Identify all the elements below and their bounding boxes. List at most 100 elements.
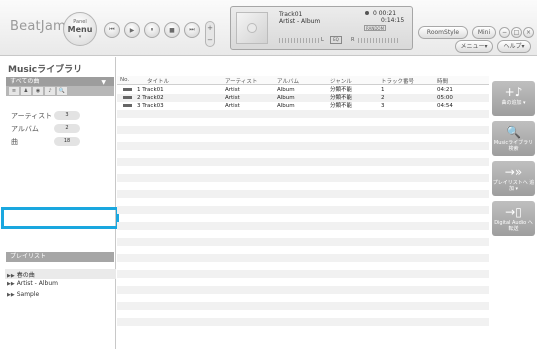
filter-toolbar: ≡ ♟ ◉ ♪ 🔍: [6, 86, 114, 96]
playlist-name: Artist - Album: [16, 280, 58, 287]
list-view-icon[interactable]: ≡: [9, 87, 19, 95]
disc-icon: [247, 23, 257, 33]
mini-mode-button[interactable]: Mini: [472, 26, 496, 39]
album-art: [236, 12, 268, 44]
elapsed-time: 0 00:21: [373, 10, 397, 17]
cell-time: 04:54: [437, 103, 453, 109]
add-songs-button[interactable]: +♪ 曲の追加 ▾: [492, 81, 535, 116]
pause-button[interactable]: ⏸: [144, 22, 160, 38]
library-search-button[interactable]: 🔍 Musicライブラリ 検索: [492, 121, 535, 156]
column-header-no[interactable]: No.: [120, 77, 129, 83]
column-header-track-number[interactable]: トラック番号: [381, 77, 414, 85]
category-album[interactable]: アルバム: [11, 124, 39, 134]
cell-artist: Artist: [225, 95, 240, 101]
cell-track: 3: [381, 103, 385, 109]
random-mode-label: RANDOM: [364, 25, 387, 31]
playlist-icon: ▶▶: [7, 273, 15, 279]
cell-artist: Artist: [225, 87, 240, 93]
playlist-name: Sample: [16, 291, 40, 298]
library-search-label: Musicライブラリ 検索: [493, 140, 534, 152]
table-row[interactable]: 1 Track01 Artist Album 分類不能 1 04:21: [117, 86, 489, 94]
empty-table-row: [117, 110, 489, 118]
playlist-icon: ▶▶: [7, 292, 15, 298]
search-icon[interactable]: 🔍: [57, 87, 67, 95]
cell-title: 1 Track01: [137, 87, 164, 93]
playlist-item[interactable]: ▶▶ Artist - Album: [7, 280, 58, 287]
empty-table-row: [117, 278, 489, 286]
empty-table-row: [117, 158, 489, 166]
track-bar-icon: [123, 88, 132, 91]
previous-button[interactable]: ⏮: [104, 22, 120, 38]
close-icon[interactable]: ×: [523, 27, 534, 38]
artist-view-icon[interactable]: ♟: [21, 87, 31, 95]
maximize-icon[interactable]: □: [511, 27, 522, 38]
empty-table-row: [117, 302, 489, 310]
cell-album: Album: [277, 95, 295, 101]
help-dropdown-button[interactable]: ヘルプ▾: [497, 40, 531, 53]
cell-track: 2: [381, 95, 385, 101]
left-channel-label: L: [321, 37, 324, 43]
stop-button[interactable]: ■: [164, 22, 180, 38]
cell-album: Album: [277, 87, 295, 93]
column-header-time[interactable]: 時間: [437, 77, 448, 85]
empty-table-row: [117, 326, 489, 334]
column-header-title[interactable]: タイトル: [147, 77, 169, 85]
cell-title: 3 Track03: [137, 103, 164, 109]
add-songs-label: 曲の追加 ▾: [501, 100, 526, 106]
empty-table-row: [117, 254, 489, 262]
empty-table-row: [117, 166, 489, 174]
playlist-header[interactable]: プレイリスト: [6, 252, 114, 262]
volume-down-icon[interactable]: −: [206, 34, 214, 46]
all-songs-header[interactable]: すべての曲 ▼: [6, 77, 114, 86]
album-view-icon[interactable]: ◉: [33, 87, 43, 95]
transfer-label: Digital Audio へ転送: [494, 220, 533, 232]
table-row[interactable]: 3 Track03 Artist Album 分類不能 3 04:54: [117, 102, 489, 110]
previous-icon: ⏮: [109, 26, 115, 33]
panel-menu-button[interactable]: Panel Menu ▾: [63, 12, 97, 46]
empty-table-row: [117, 174, 489, 182]
app-logo: BeatJam: [10, 19, 66, 34]
panel-menu-label-main: Menu: [67, 24, 93, 34]
add-to-playlist-button[interactable]: →» プレイリストへ 追加 ▾: [492, 161, 535, 196]
now-playing-artist-album: Artist - Album: [279, 18, 321, 25]
category-song[interactable]: 曲: [11, 137, 18, 147]
table-row[interactable]: 2 Track02 Artist Album 分類不能 2 05:00: [117, 94, 489, 102]
eq-button[interactable]: EQ: [330, 36, 342, 44]
song-view-icon[interactable]: ♪: [45, 87, 55, 95]
column-header-album[interactable]: アルバム: [277, 77, 299, 85]
playlist-item[interactable]: ▶▶ 春の曲: [7, 270, 35, 279]
playlist-item[interactable]: ▶▶ Sample: [7, 291, 39, 298]
playlist-icon: ▶▶: [7, 281, 15, 287]
empty-table-row: [117, 150, 489, 158]
empty-table-row: [117, 190, 489, 198]
empty-table-row: [117, 222, 489, 230]
album-count-badge: 2: [54, 124, 80, 133]
play-button[interactable]: ▶: [124, 22, 140, 38]
empty-table-row: [117, 238, 489, 246]
empty-table-row: [117, 206, 489, 214]
cell-artist: Artist: [225, 103, 240, 109]
empty-table-row: [117, 230, 489, 238]
next-icon: ⏭: [189, 26, 195, 33]
menu-dropdown-button[interactable]: メニュー▾: [455, 40, 493, 53]
empty-table-row: [117, 310, 489, 318]
add-to-playlist-label: プレイリストへ 追加 ▾: [492, 180, 535, 192]
column-header-genre[interactable]: ジャンル: [330, 77, 352, 85]
library-sidebar: Musicライブラリ すべての曲 ▼ ≡ ♟ ◉ ♪ 🔍 アーティスト 3 アル…: [0, 57, 116, 349]
volume-up-icon[interactable]: +: [206, 22, 214, 34]
cell-track: 1: [381, 87, 385, 93]
action-panel: +♪ 曲の追加 ▾ 🔍 Musicライブラリ 検索 →» プレイリストへ 追加 …: [489, 76, 537, 349]
track-table: No. タイトル アーティスト アルバム ジャンル トラック番号 時間 1 Tr…: [117, 76, 489, 349]
column-header-artist[interactable]: アーティスト: [225, 77, 257, 85]
next-button[interactable]: ⏭: [184, 22, 200, 38]
table-body: 1 Track01 Artist Album 分類不能 1 04:21 2 Track02…: [117, 86, 489, 334]
play-icon: ▶: [129, 26, 135, 34]
player-toolbar: BeatJam Panel Menu ▾ ⏮ ▶ ⏸ ■ ⏭ + − Track…: [0, 0, 537, 56]
category-artist[interactable]: アーティスト: [11, 111, 52, 121]
transfer-button[interactable]: →▯ Digital Audio へ転送: [492, 201, 535, 236]
minimize-icon[interactable]: −: [499, 27, 510, 38]
roomstyle-button[interactable]: RoomStyle: [418, 26, 468, 39]
empty-table-row: [117, 286, 489, 294]
volume-control[interactable]: + −: [205, 21, 215, 47]
selection-highlight: [1, 207, 119, 229]
